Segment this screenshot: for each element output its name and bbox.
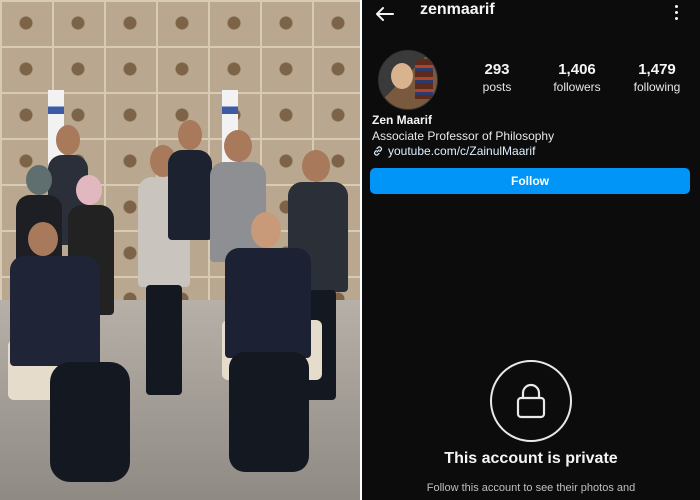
- profile-stats: 293 posts 1,406 followers 1,479 followin…: [462, 62, 692, 102]
- profile-link[interactable]: youtube.com/c/ZainulMaarif: [372, 144, 535, 158]
- follow-button[interactable]: Follow: [370, 168, 690, 194]
- lock-icon: [490, 360, 572, 442]
- private-account-title: This account is private: [444, 450, 618, 467]
- display-name: Zen Maarif: [372, 113, 433, 127]
- stat-following[interactable]: 1,479 following: [622, 62, 692, 102]
- stat-posts[interactable]: 293 posts: [462, 62, 532, 102]
- top-bar: zenmaarif: [362, 0, 700, 30]
- profile-link-text[interactable]: youtube.com/c/ZainulMaarif: [388, 144, 535, 158]
- link-icon: [374, 146, 382, 156]
- stat-followers-value: 1,406: [558, 61, 596, 78]
- stat-following-value: 1,479: [638, 61, 676, 78]
- group-photo: [0, 0, 360, 500]
- stat-following-label: following: [633, 80, 681, 94]
- private-account-subtitle: Follow this account to see their photos …: [426, 482, 636, 494]
- stat-posts-label: posts: [482, 80, 512, 94]
- stat-followers[interactable]: 1,406 followers: [542, 62, 612, 102]
- profile-panel: zenmaarif 293 posts 1,406 followers 1,47…: [362, 0, 700, 500]
- bio-text: Associate Professor of Philosophy: [372, 129, 555, 143]
- profile-username: zenmaarif: [420, 1, 495, 18]
- back-arrow-icon[interactable]: [372, 2, 396, 26]
- stat-followers-label: followers: [553, 80, 601, 94]
- more-vertical-icon[interactable]: [670, 2, 682, 22]
- avatar[interactable]: [378, 50, 438, 110]
- stat-posts-value: 293: [484, 61, 510, 78]
